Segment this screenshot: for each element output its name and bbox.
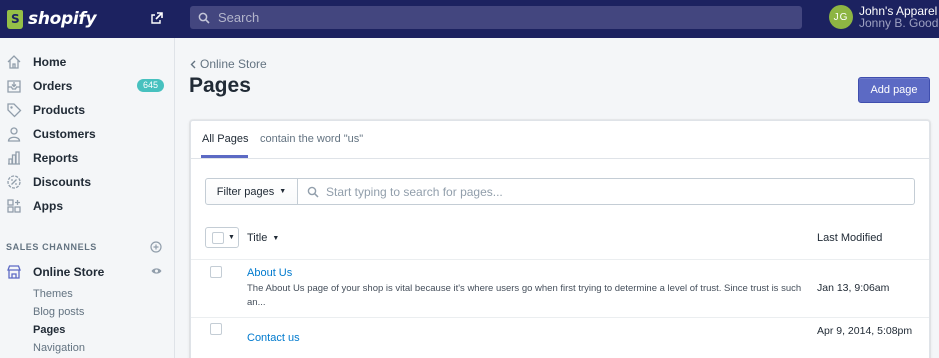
page-title: Pages — [189, 74, 251, 97]
breadcrumb-label: Online Store — [200, 57, 267, 71]
person-icon — [6, 126, 22, 142]
sidebar-item-reports[interactable]: Reports — [0, 147, 174, 169]
tab-contain-us[interactable]: contain the word "us" — [260, 133, 363, 145]
top-bar: shopify JG John's Apparel Jonny B. Good — [0, 0, 939, 38]
sidebar-item-home[interactable]: Home — [0, 51, 174, 73]
caret-down-icon: ▼ — [228, 234, 235, 241]
sidebar-item-online-store[interactable]: Online Store — [0, 261, 174, 283]
column-header-last-modified: Last Modified — [817, 232, 883, 244]
sidebar-item-discounts[interactable]: Discounts — [0, 171, 174, 193]
brand-name: shopify — [28, 9, 97, 29]
row-divider — [191, 317, 929, 318]
global-search[interactable] — [190, 6, 802, 29]
sidebar-subitem-blog-posts[interactable]: Blog posts — [33, 306, 84, 318]
row-checkbox[interactable] — [210, 266, 222, 278]
page-last-modified: Jan 13, 9:06am — [817, 282, 890, 294]
page-description: The About Us page of your shop is vital … — [247, 283, 802, 308]
page-title-link[interactable]: About Us — [247, 267, 292, 279]
sidebar-item-apps[interactable]: Apps — [0, 195, 174, 217]
select-all-checkbox[interactable] — [212, 231, 224, 244]
eye-icon[interactable] — [151, 267, 162, 275]
tab-bar: All Pages contain the word "us" — [191, 121, 929, 159]
breadcrumb[interactable]: Online Store — [190, 57, 267, 71]
orders-count-badge: 645 — [137, 79, 165, 92]
sales-channels-heading: SALES CHANNELS — [6, 242, 97, 252]
pages-card: All Pages contain the word "us" Filter p… — [190, 120, 930, 358]
shopify-logo[interactable]: shopify — [0, 0, 175, 38]
page-search[interactable] — [298, 178, 915, 205]
bulk-select-dropdown[interactable]: ▼ — [205, 227, 239, 248]
sidebar-item-orders[interactable]: Orders 645 — [0, 75, 174, 97]
bar-chart-icon — [6, 150, 22, 166]
shopify-bag-icon — [7, 9, 23, 29]
page-title-link[interactable]: Contact us — [247, 332, 300, 344]
external-link-icon[interactable] — [150, 11, 164, 25]
store-icon — [6, 264, 22, 280]
filter-pages-button[interactable]: Filter pages ▼ — [205, 178, 298, 205]
sidebar-item-products[interactable]: Products — [0, 99, 174, 121]
caret-down-icon: ▼ — [279, 188, 287, 195]
orders-icon — [6, 78, 22, 94]
tab-all-pages[interactable]: All Pages — [202, 133, 248, 145]
add-channel-icon[interactable] — [150, 241, 162, 253]
sidebar-subitem-pages[interactable]: Pages — [33, 324, 65, 336]
global-search-input[interactable] — [218, 10, 778, 25]
row-divider — [191, 259, 929, 260]
filter-row: Filter pages ▼ — [205, 178, 915, 205]
home-icon — [6, 54, 22, 70]
sidebar-item-customers[interactable]: Customers — [0, 123, 174, 145]
page-search-input[interactable] — [326, 184, 886, 199]
avatar: JG — [829, 5, 853, 29]
search-icon — [198, 12, 210, 24]
tag-icon — [6, 102, 22, 118]
chevron-left-icon — [190, 60, 196, 68]
discount-icon — [6, 174, 22, 190]
sort-caret-icon: ▼ — [272, 234, 280, 242]
page-last-modified: Apr 9, 2014, 5:08pm — [817, 325, 913, 337]
row-checkbox[interactable] — [210, 323, 222, 335]
search-icon — [307, 186, 319, 198]
apps-icon — [6, 198, 22, 214]
sidebar: Home Orders 645 Products Customers Repor… — [0, 38, 175, 358]
add-page-button[interactable]: Add page — [858, 77, 930, 103]
user-menu[interactable]: JG John's Apparel Jonny B. Good — [829, 5, 938, 29]
sidebar-subitem-themes[interactable]: Themes — [33, 288, 73, 300]
sidebar-subitem-navigation[interactable]: Navigation — [33, 342, 85, 354]
column-header-title[interactable]: Title ▼ — [247, 232, 279, 244]
active-tab-indicator — [201, 155, 248, 158]
user-name: Jonny B. Good — [859, 16, 939, 30]
